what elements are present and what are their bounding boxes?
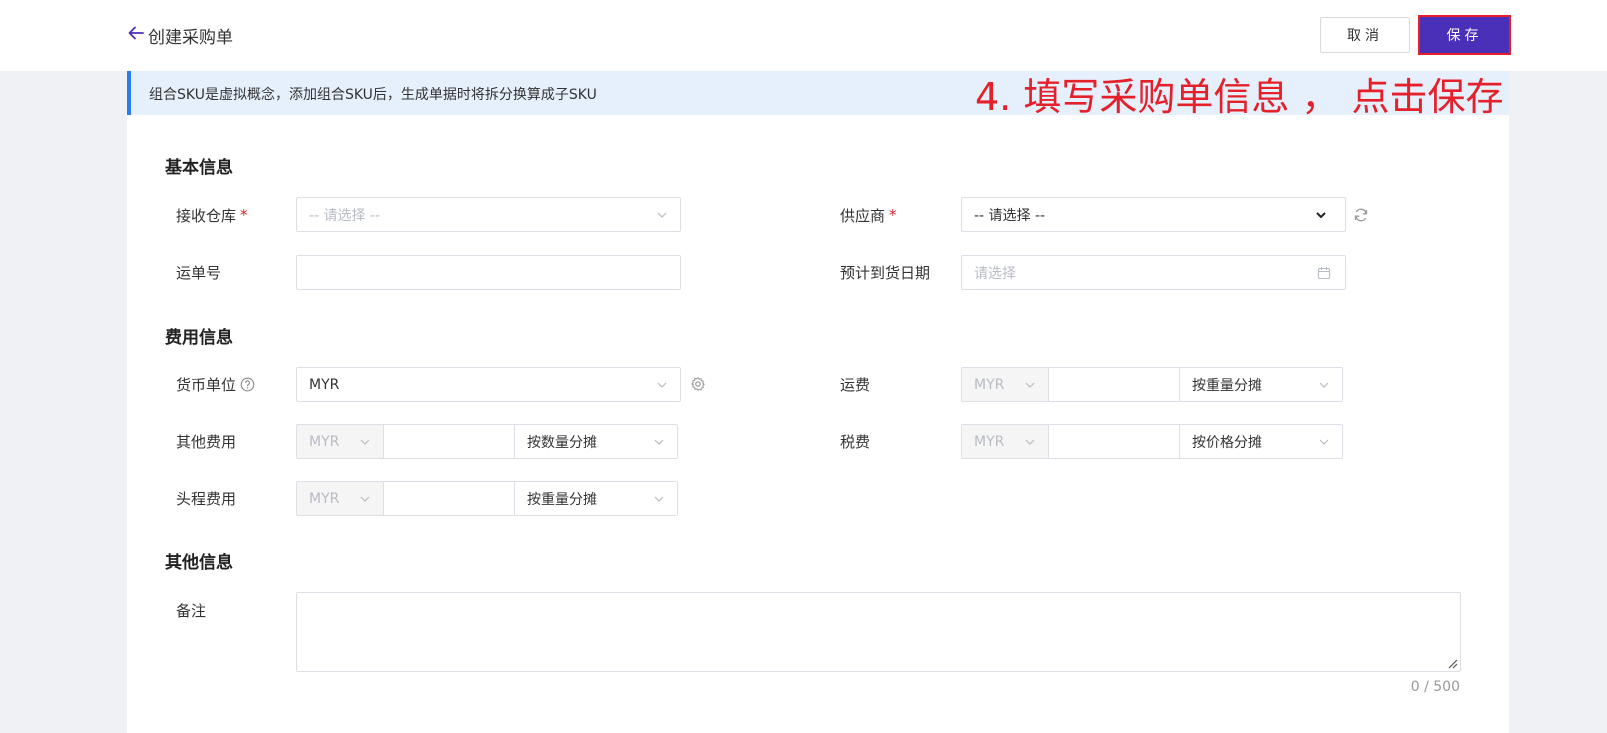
first-leg-amount-input[interactable] — [384, 482, 515, 515]
first-leg-allocation-value: 按重量分摊 — [527, 491, 597, 508]
supplier-select[interactable]: -- 请选择 -- — [961, 197, 1346, 232]
waybill-label: 运单号 — [176, 263, 222, 282]
section-basic-title: 基本信息 — [165, 158, 233, 178]
tax-currency-select[interactable]: MYR — [962, 425, 1049, 458]
freight-label: 运费 — [840, 375, 871, 394]
chevron-down-icon — [656, 209, 668, 221]
notice-text: 组合SKU是虚拟概念，添加组合SKU后，生成单据时将拆分换算成子SKU — [149, 87, 597, 103]
freight-allocation-value: 按重量分摊 — [1192, 377, 1262, 394]
other-currency-value: MYR — [309, 433, 340, 450]
refresh-icon[interactable] — [1353, 207, 1369, 223]
tutorial-annotation: 4. 填写采购单信息 ， 点击保存 — [975, 75, 1504, 119]
first-leg-currency-value: MYR — [309, 490, 340, 507]
tax-allocation-select[interactable]: 按价格分摊 — [1180, 425, 1342, 458]
first-leg-fee-label: 头程费用 — [176, 489, 237, 508]
tax-fee-group: MYR 按价格分摊 — [961, 424, 1343, 459]
chevron-down-icon — [1024, 436, 1036, 448]
chevron-down-icon — [653, 436, 665, 448]
freight-currency-value: MYR — [974, 376, 1005, 393]
required-mark: * — [240, 206, 248, 224]
other-fee-group: MYR 按数量分摊 — [296, 424, 678, 459]
resize-handle-icon[interactable] — [1446, 657, 1458, 669]
first-leg-currency-select[interactable]: MYR — [297, 482, 384, 515]
gear-icon[interactable] — [690, 376, 706, 392]
freight-fee-group: MYR 按重量分摊 — [961, 367, 1343, 402]
warehouse-select[interactable]: -- 请选择 -- — [296, 197, 681, 232]
chevron-down-icon — [656, 379, 668, 391]
freight-currency-select[interactable]: MYR — [962, 368, 1049, 401]
remark-textarea[interactable] — [296, 592, 1461, 672]
top-bar: 创建采购单 取消 保存 — [0, 0, 1607, 71]
warehouse-placeholder: -- 请选择 -- — [309, 207, 381, 224]
tax-label: 税费 — [840, 432, 871, 451]
remark-label: 备注 — [176, 601, 207, 620]
section-fees-title: 费用信息 — [165, 328, 233, 348]
back-button[interactable]: 创建采购单 — [126, 23, 233, 48]
supplier-value: -- 请选择 -- — [974, 207, 1046, 224]
currency-label-text: 货币单位 — [176, 375, 237, 394]
currency-value: MYR — [309, 376, 340, 393]
page-title: 创建采购单 — [148, 27, 233, 48]
tax-amount-input[interactable] — [1049, 425, 1180, 458]
chevron-down-icon — [1318, 436, 1330, 448]
waybill-input[interactable] — [296, 255, 681, 290]
first-leg-allocation-select[interactable]: 按重量分摊 — [515, 482, 677, 515]
question-circle-icon[interactable] — [240, 377, 255, 392]
first-leg-fee-group: MYR 按重量分摊 — [296, 481, 678, 516]
chevron-down-icon — [1315, 209, 1327, 221]
other-fee-label: 其他费用 — [176, 432, 237, 451]
supplier-label-text: 供应商 — [840, 206, 886, 225]
other-allocation-select[interactable]: 按数量分摊 — [515, 425, 677, 458]
other-currency-select[interactable]: MYR — [297, 425, 384, 458]
chevron-down-icon — [359, 493, 371, 505]
remark-char-counter: 0 / 500 — [1410, 679, 1460, 695]
arrow-left-icon — [126, 23, 146, 47]
chevron-down-icon — [1024, 379, 1036, 391]
freight-allocation-select[interactable]: 按重量分摊 — [1180, 368, 1342, 401]
chevron-down-icon — [359, 436, 371, 448]
supplier-label: 供应商 * — [840, 205, 897, 225]
currency-select[interactable]: MYR — [296, 367, 681, 402]
warehouse-label: 接收仓库 * — [176, 205, 248, 225]
tax-allocation-value: 按价格分摊 — [1192, 434, 1262, 451]
warehouse-label-text: 接收仓库 — [176, 206, 237, 225]
other-allocation-value: 按数量分摊 — [527, 434, 597, 451]
eta-placeholder: 请选择 — [974, 265, 1016, 282]
required-mark: * — [889, 206, 897, 224]
calendar-icon — [1317, 266, 1331, 280]
other-amount-input[interactable] — [384, 425, 515, 458]
tax-currency-value: MYR — [974, 433, 1005, 450]
eta-label: 预计到货日期 — [840, 263, 931, 282]
save-button[interactable]: 保存 — [1418, 15, 1511, 55]
eta-date-picker[interactable]: 请选择 — [961, 255, 1346, 290]
currency-label: 货币单位 — [176, 374, 255, 394]
chevron-down-icon — [1318, 379, 1330, 391]
freight-amount-input[interactable] — [1049, 368, 1180, 401]
save-button-label: 保存 — [1420, 17, 1509, 53]
chevron-down-icon — [653, 493, 665, 505]
cancel-button[interactable]: 取消 — [1320, 17, 1410, 53]
section-other-title: 其他信息 — [165, 553, 233, 573]
